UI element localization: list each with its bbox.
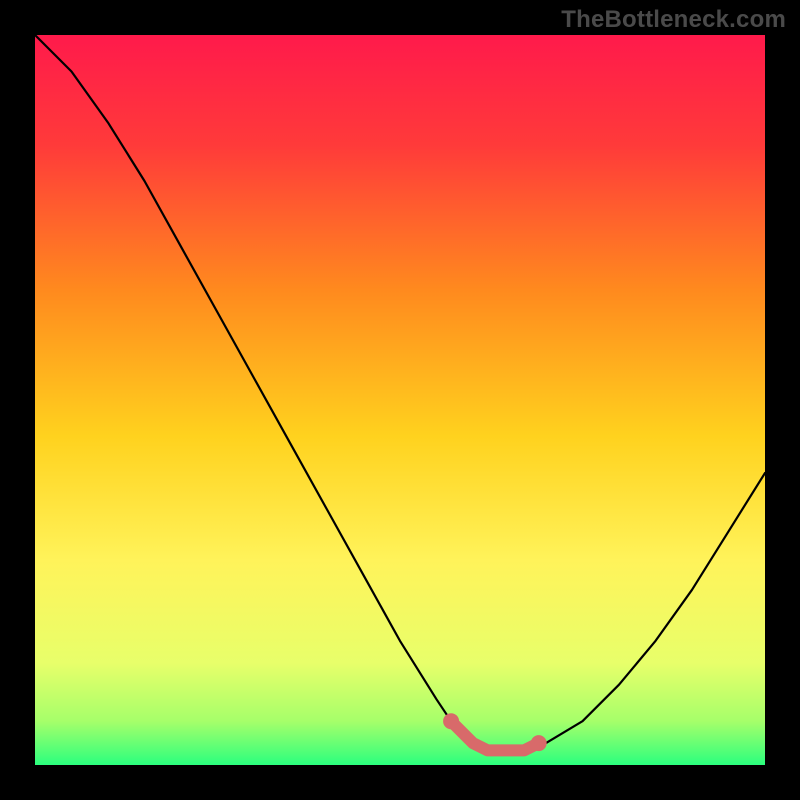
watermark-text: TheBottleneck.com <box>561 6 786 34</box>
chart-frame: TheBottleneck.com <box>0 0 800 800</box>
highlight-start-dot <box>443 713 459 729</box>
highlight-end-dot <box>531 735 547 751</box>
plot-area <box>35 35 765 765</box>
gradient-background <box>35 35 765 765</box>
chart-svg <box>35 35 765 765</box>
